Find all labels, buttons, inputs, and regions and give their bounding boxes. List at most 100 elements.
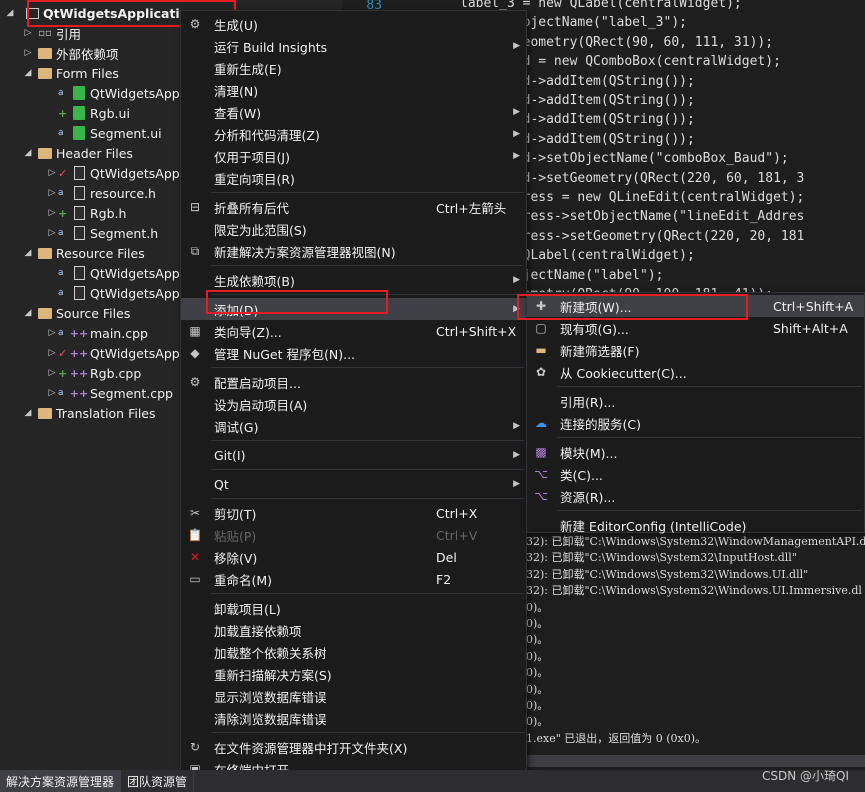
context-menu-item[interactable]: ✂ 剪切(T) Ctrl+X (181, 502, 526, 524)
reference-icon: ▫▫ (38, 27, 52, 39)
add-submenu-item[interactable]: 引用(R)... (527, 390, 864, 412)
context-menu-item[interactable]: 清除浏览数据库错误 (181, 707, 526, 729)
submenu-arrow-icon: ▶ (513, 107, 520, 117)
context-menu-item[interactable]: 设为启动项目(A) (181, 393, 526, 415)
add-submenu-item[interactable]: ☁ 连接的服务(C) (527, 412, 864, 434)
context-menu-item[interactable]: ⧉ 新建解决方案资源管理器视图(N) (181, 240, 526, 262)
expand-arrow-icon[interactable]: ▷ (46, 188, 58, 198)
context-menu-item[interactable]: ↻ 在文件资源管理器中打开文件夹(X) (181, 736, 526, 758)
menu-separator (211, 498, 524, 499)
add-submenu-item[interactable]: ✿ 从 Cookiecutter(C)... (527, 361, 864, 383)
context-menu-item[interactable]: 生成依赖项(B) ▶ (181, 269, 526, 291)
tab-solution-explorer[interactable]: 解决方案资源管理器 (0, 770, 122, 792)
collapse-arrow-icon[interactable]: ◢ (22, 408, 34, 418)
context-menu-item[interactable]: ⚙ 配置启动项目... (181, 371, 526, 393)
expand-arrow-icon[interactable]: ▷ (46, 368, 58, 378)
add-submenu-item[interactable]: ▬ 新建筛选器(F) (527, 339, 864, 361)
add-submenu-item[interactable]: ✚ 新建项(W)... Ctrl+Shift+A (527, 295, 864, 317)
context-menu-item-label: 移除(V) (214, 550, 258, 566)
context-menu-item[interactable]: 加载直接依赖项 (181, 619, 526, 641)
add-submenu-item-label: 引用(R)... (560, 394, 616, 410)
context-menu-item[interactable]: 清理(N) (181, 79, 526, 101)
context-menu-item[interactable]: 调试(G) ▶ (181, 415, 526, 437)
context-menu-item[interactable]: ◆ 管理 NuGet 程序包(N)... (181, 342, 526, 364)
resource-file-icon (71, 266, 87, 280)
collapse-arrow-icon[interactable]: ◢ (22, 248, 34, 258)
new-item-icon: ✚ (535, 299, 547, 313)
header-file-icon (71, 206, 87, 220)
context-menu-item[interactable]: 仅用于项目(J) ▶ (181, 145, 526, 167)
plus-status-icon: + (58, 366, 68, 380)
project-title: QtWidgetsApplicatio (43, 5, 189, 21)
tree-item-label: 引用 (56, 26, 82, 42)
output-scrollbar[interactable] (526, 755, 865, 767)
expand-arrow-icon[interactable]: ▷ (22, 28, 34, 38)
context-menu-item[interactable]: Qt ▶ (181, 473, 526, 495)
context-menu-item[interactable]: ▦ 类向导(Z)... Ctrl+Shift+X (181, 320, 526, 342)
context-menu-item-label: 加载整个依赖关系树 (214, 645, 327, 661)
context-menu-item-label: Git(I) (214, 447, 246, 463)
submenu-arrow-icon: ▶ (513, 479, 520, 489)
context-menu-item: 📋 粘贴(P) Ctrl+V (181, 524, 526, 546)
context-menu-item[interactable]: ✕ 移除(V) Del (181, 546, 526, 568)
collapse-arrow-icon[interactable]: ◢ (22, 68, 34, 78)
add-submenu-item-label: 连接的服务(C) (560, 416, 641, 432)
menu-separator (211, 192, 524, 193)
context-menu-item[interactable]: 重定向项目(R) (181, 167, 526, 189)
plus-status-icon: + (58, 206, 68, 220)
tree-item-label: Segment.ui (90, 125, 162, 141)
context-menu-item[interactable]: 限定为此范围(S) (181, 218, 526, 240)
folder-icon (37, 46, 53, 60)
shortcut-label: Ctrl+X (436, 505, 478, 521)
add-submenu-item-label: 模块(M)... (560, 445, 618, 461)
context-menu-item-label: 管理 NuGet 程序包(N)... (214, 346, 356, 362)
context-menu-item[interactable]: 重新扫描解决方案(S) (181, 663, 526, 685)
context-menu-item[interactable]: 运行 Build Insights ▶ (181, 35, 526, 57)
add-submenu-item[interactable]: ▩ 模块(M)... (527, 441, 864, 463)
folder-icon (37, 406, 53, 420)
expand-arrow-icon[interactable]: ▷ (46, 348, 58, 358)
menu-separator (211, 593, 524, 594)
menu-separator (211, 440, 524, 441)
context-menu-item[interactable]: 查看(W) ▶ (181, 101, 526, 123)
shortcut-label: F2 (436, 571, 452, 587)
collapse-arrow-icon[interactable]: ◢ (4, 8, 16, 18)
output-line: 0)。 (526, 682, 549, 696)
collapse-arrow-icon[interactable]: ◢ (22, 308, 34, 318)
context-menu-item[interactable]: Git(I) ▶ (181, 444, 526, 466)
context-menu-item[interactable]: 加载整个依赖关系树 (181, 641, 526, 663)
context-menu-item-label: 重命名(M) (214, 572, 273, 588)
output-panel: 32): 已卸载"C:\Windows\System32\WindowManag… (526, 520, 865, 750)
context-menu-item[interactable]: ⚙ 生成(U) (181, 13, 526, 35)
collapse-arrow-icon[interactable]: ◢ (22, 148, 34, 158)
context-menu-item[interactable]: ⊟ 折叠所有后代 Ctrl+左箭头 (181, 196, 526, 218)
output-line: 32): 已卸载"C:\Windows\System32\InputHost.d… (526, 551, 797, 565)
add-submenu-item[interactable]: ⌥ 资源(R)... (527, 485, 864, 507)
check-status-icon: ✓ (58, 166, 68, 180)
tab-team-explorer[interactable]: 团队资源管 (121, 770, 195, 792)
expand-arrow-icon[interactable]: ▷ (46, 388, 58, 398)
menu-separator (557, 510, 862, 511)
expand-arrow-icon[interactable]: ▷ (22, 48, 34, 58)
gear-icon: ⚙ (189, 375, 201, 389)
context-menu-item[interactable]: ▭ 重命名(M) F2 (181, 568, 526, 590)
context-menu-item-label: 剪切(T) (214, 506, 257, 522)
expand-arrow-icon[interactable]: ▷ (46, 228, 58, 238)
tree-item-label: QtWidgetsAppl (90, 85, 184, 101)
bottom-tab-bar: 解决方案资源管理器 团队资源管 (0, 770, 865, 792)
context-menu-item[interactable]: 显示浏览数据库错误 (181, 685, 526, 707)
menu-separator (211, 294, 524, 295)
tree-item-label: Resource Files (56, 245, 145, 261)
expand-arrow-icon[interactable]: ▷ (46, 328, 58, 338)
context-menu-item[interactable]: 分析和代码清理(Z) ▶ (181, 123, 526, 145)
context-menu-item-label: 重新扫描解决方案(S) (214, 667, 332, 683)
tree-item-label: QtWidgetsAppl (90, 165, 184, 181)
expand-arrow-icon[interactable]: ▷ (46, 208, 58, 218)
context-menu-item[interactable]: 卸载项目(L) (181, 597, 526, 619)
context-menu-item[interactable]: 重新生成(E) (181, 57, 526, 79)
context-menu-item[interactable]: 添加(D) ▶ (181, 298, 526, 320)
add-submenu-item[interactable]: ▢ 现有项(G)... Shift+Alt+A (527, 317, 864, 339)
add-submenu-item[interactable]: 新建 EditorConfig (IntelliCode) (527, 514, 864, 536)
add-submenu-item[interactable]: ⌥ 类(C)... (527, 463, 864, 485)
expand-arrow-icon[interactable]: ▷ (46, 168, 58, 178)
